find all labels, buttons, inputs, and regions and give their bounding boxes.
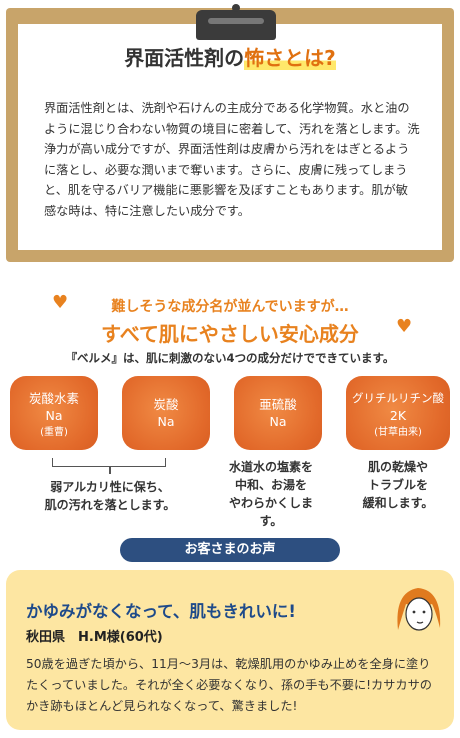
desc-line: 肌の乾燥や [367,460,428,474]
desc-line: トラブルを [367,478,428,492]
ingredient-line1: 炭酸 [153,397,179,412]
ingredient-line1: 炭酸水素 [28,391,79,406]
voice-box: かゆみがなくなって、肌もきれいに! 秋田県 H.M様(60代) 50歳を過ぎた頃… [6,570,454,730]
ingredient-3: 亜硫酸 Na [234,376,322,450]
clipboard: 界面活性剤の怖さとは? 界面活性剤とは、洗剤や石けんの主成分である化学物質。水と… [6,4,454,262]
article-body: 界面活性剤とは、洗剤や石けんの主成分である化学物質。水と油のように混じり合わない… [44,101,420,218]
ingredient-sub: (甘草由来) [374,427,422,438]
desc-2: 水道水の塩素を 中和、お湯を やわらかくします。 [218,458,324,530]
title-highlight: 怖さとは? [244,46,336,70]
tagline-2: すべて肌にやさしい安心成分 [101,322,359,346]
desc-line: 水道水の塩素を [228,460,313,474]
voice-title: かゆみがなくなって、肌もきれいに! [26,602,296,621]
voice-label: お客さまのお声 [120,538,340,562]
ingredient-line1: グリチルリチン酸 [352,391,444,405]
ingredient-line2: Na [157,414,175,429]
desc-line: やわらかくします。 [228,496,313,528]
ingredient-sub: (重曹) [40,427,68,438]
clip-icon [196,4,276,40]
customer-face-icon [397,588,441,631]
ingredients-lead: 『ベルメ』は、肌に刺激のない4つの成分だけでできています。 [65,351,395,365]
desc-1: 弱アルカリ性に保ち、 肌の汚れを落とします。 [20,478,200,514]
voice-text: 50歳を過ぎた頃から、11月〜3月は、乾燥肌用のかゆみ止めを全身に塗りたくってい… [26,657,432,713]
ingredient-line2: 2K [389,408,407,423]
voice-name: 秋田県 H.M様(60代) [26,630,163,645]
ingredient-1: 炭酸水素 Na (重曹) [10,376,98,450]
bracket [52,458,166,474]
article-title: 界面活性剤の怖さとは? [18,42,442,71]
desc-line: 緩和します。 [362,496,434,510]
desc-line: 肌の汚れを落とします。 [44,498,176,512]
ingredient-line2: Na [269,414,287,429]
title-prefix: 界面活性剤の [124,46,245,70]
desc-3: 肌の乾燥や トラブルを 緩和します。 [346,458,450,512]
ingredient-4: グリチルリチン酸 2K (甘草由来) [346,376,450,450]
ingredient-line2: Na [45,408,63,423]
desc-line: 弱アルカリ性に保ち、 [50,480,170,494]
article-paper: 界面活性剤の怖さとは? 界面活性剤とは、洗剤や石けんの主成分である化学物質。水と… [18,24,442,250]
desc-line: 中和、お湯を [234,478,307,492]
ingredient-2: 炭酸 Na [122,376,210,450]
tagline-1: 難しそうな成分名が並んでいますが… [111,299,349,315]
ingredient-line1: 亜硫酸 [259,397,297,412]
